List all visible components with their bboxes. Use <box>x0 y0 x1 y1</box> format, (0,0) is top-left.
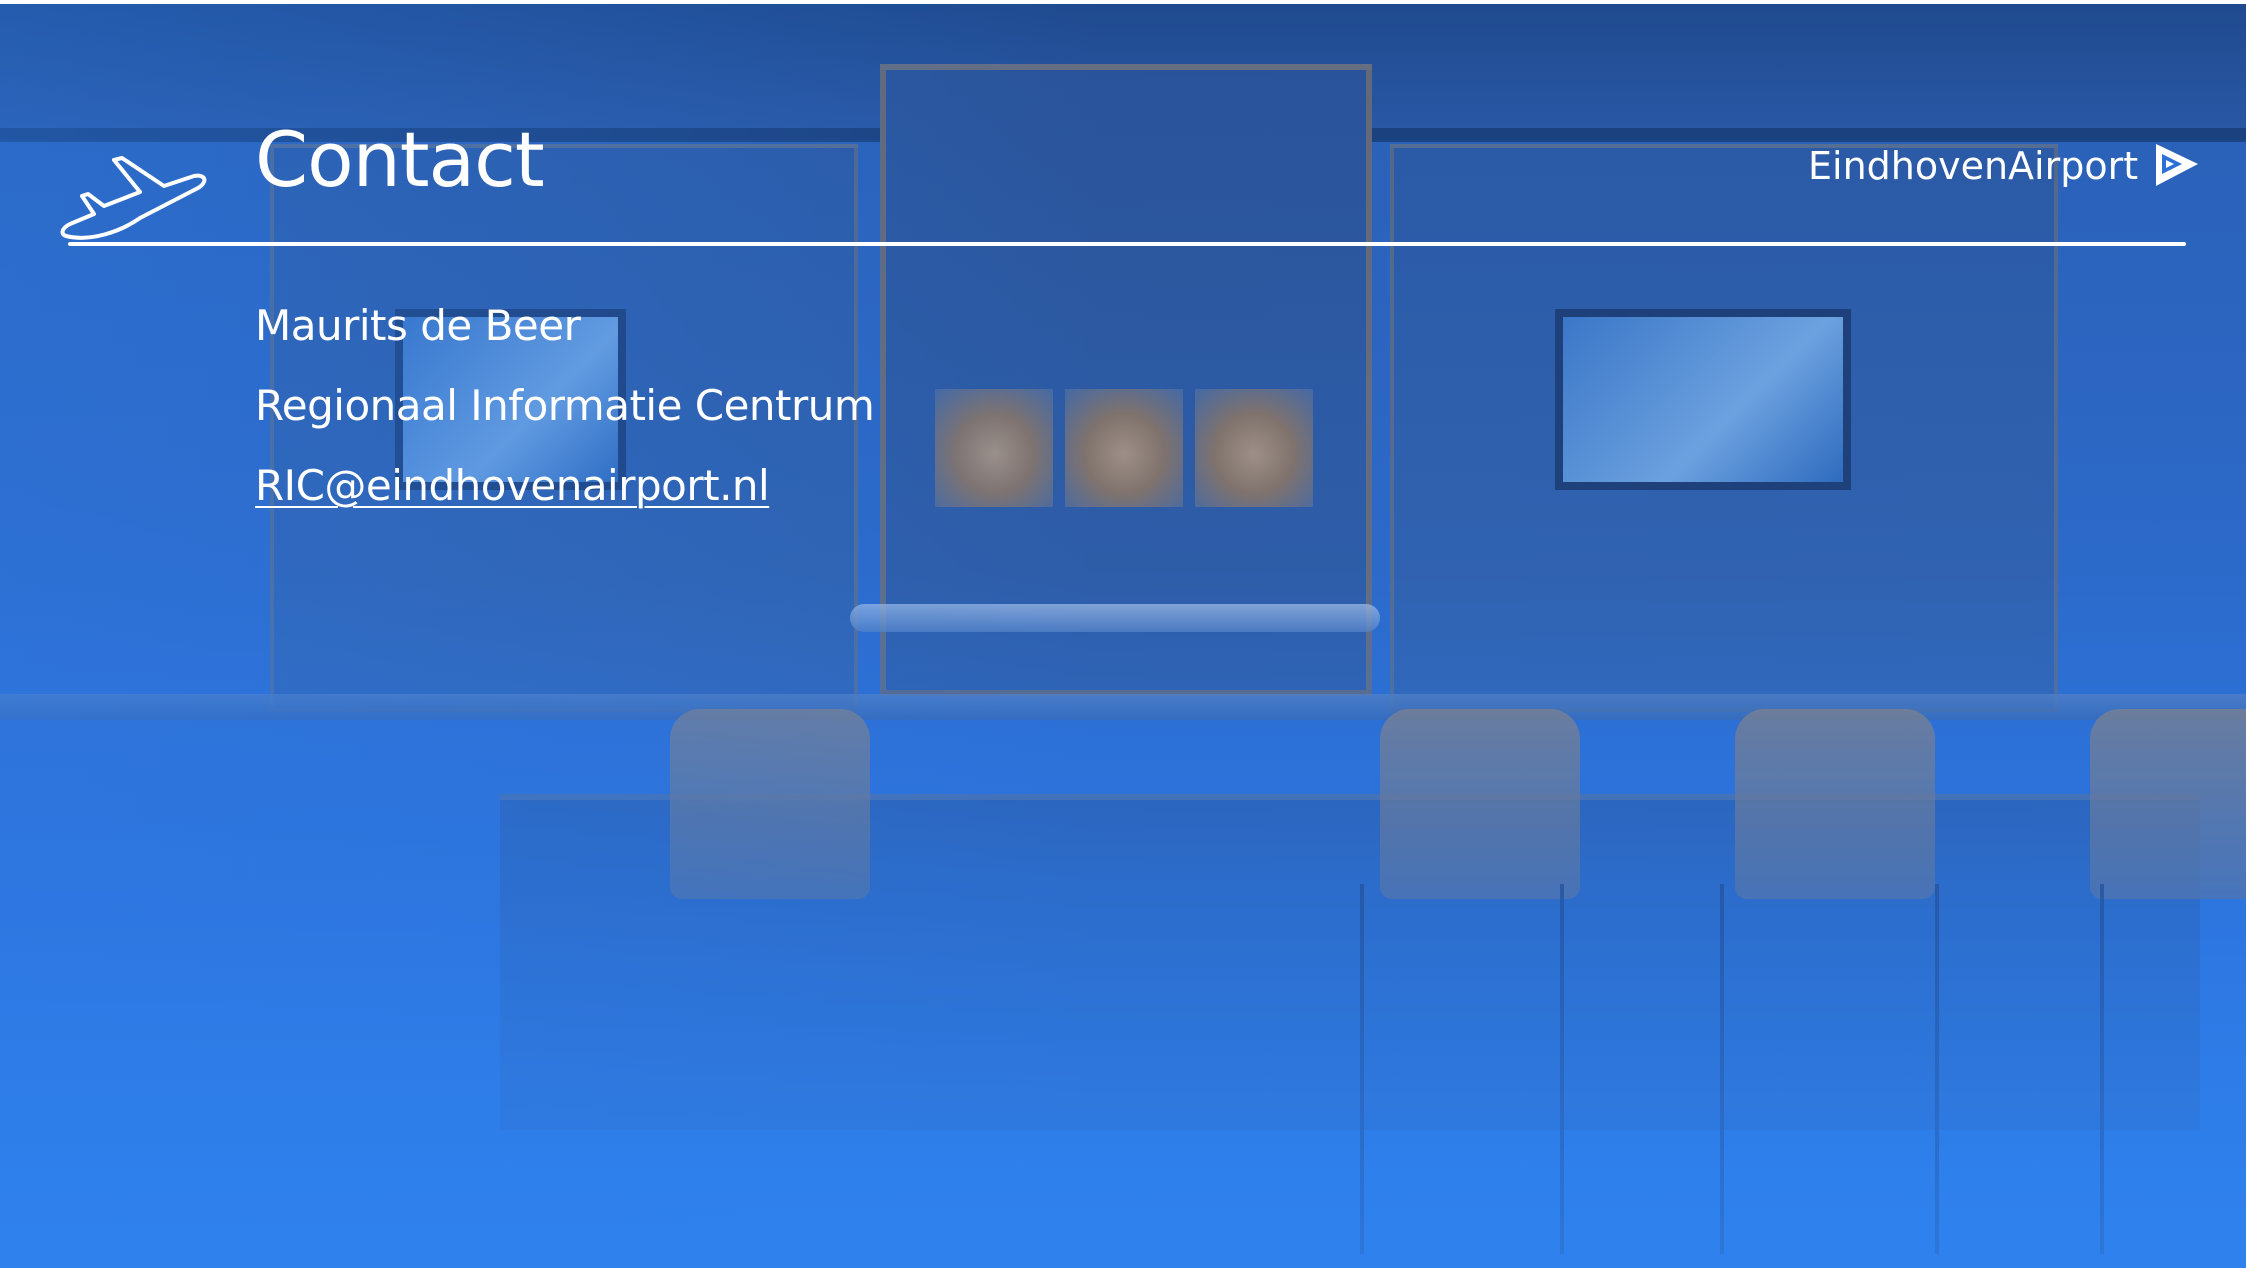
title-divider <box>68 242 2186 246</box>
logo-wordmark: EindhovenAirport <box>1808 144 2139 188</box>
contact-organization: Regionaal Informatie Centrum <box>255 381 875 430</box>
contact-slide: Contact EindhovenAirport Maurits de Beer… <box>0 4 2246 1268</box>
contact-details: Maurits de Beer Regionaal Informatie Cen… <box>255 286 875 526</box>
eindhoven-airport-logo: EindhovenAirport <box>1808 142 2200 190</box>
airplane-takeoff-icon <box>60 156 207 240</box>
slide-title: Contact <box>255 115 545 204</box>
contact-name: Maurits de Beer <box>255 301 581 350</box>
flag-arrow-logo-icon <box>2156 144 2199 186</box>
contact-email-link[interactable]: RIC@eindhovenairport.nl <box>255 461 770 510</box>
